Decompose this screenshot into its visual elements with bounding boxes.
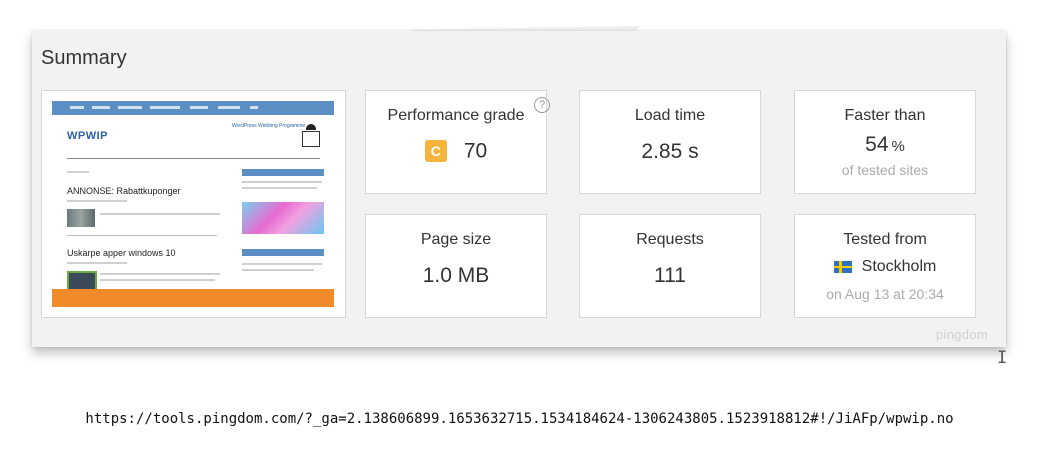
preview-sidebar-text	[242, 181, 322, 183]
requests-card: Requests 111	[579, 214, 761, 318]
preview-cookie-bar	[52, 289, 334, 307]
preview-post-meta	[67, 262, 127, 264]
preview-site-logo: WPWIP	[67, 130, 108, 142]
preview-sidebar-text	[242, 269, 314, 271]
robot-logo-icon	[302, 124, 320, 147]
website-preview: WPWIP WordPress Webbing Programme ANNONS…	[52, 101, 334, 307]
preview-divider	[67, 235, 217, 236]
page-size-label: Page size	[420, 231, 492, 248]
summary-panel: Summary WPWIP WordPress Webbing Programm…	[32, 31, 1006, 347]
pingdom-watermark: pingdom	[936, 327, 988, 342]
performance-grade-value: C 70	[366, 139, 546, 163]
preview-sidebar-banner	[242, 202, 324, 234]
preview-site-tagline: WordPress Webbing Programme	[232, 123, 306, 129]
performance-score: 70	[463, 139, 488, 163]
preview-post-excerpt	[100, 279, 215, 281]
requests-value: 111	[654, 264, 686, 287]
preview-divider	[67, 158, 320, 159]
tested-from-location-row: Stockholm	[795, 258, 975, 276]
tested-from-label: Tested from	[843, 231, 927, 248]
website-screenshot: WPWIP WordPress Webbing Programme ANNONS…	[41, 90, 346, 318]
preview-sidebar-text	[242, 263, 322, 265]
percent-unit: %	[891, 138, 905, 155]
preview-post-thumbnail	[67, 209, 95, 227]
page-size-value: 1.0 MB	[422, 264, 490, 287]
performance-grade-label: Performance grade	[387, 107, 525, 124]
tested-from-date: on Aug 13 at 20:34	[826, 286, 944, 302]
grade-badge: C	[424, 140, 447, 163]
faster-than-label: Faster than	[844, 107, 926, 124]
preview-sidebar-heading	[242, 249, 324, 256]
faster-than-number: 54	[865, 133, 889, 156]
preview-sidebar-text	[242, 187, 317, 189]
page-url: https://tools.pingdom.com/?_ga=2.1386068…	[85, 411, 954, 427]
preview-nav-bar	[52, 101, 334, 115]
preview-post-excerpt	[100, 273, 220, 275]
page-size-card: Page size 1.0 MB	[365, 214, 547, 318]
requests-label: Requests	[636, 231, 704, 248]
tested-from-location: Stockholm	[861, 258, 937, 275]
preview-post-title: ANNONSE: Rabattkuponger	[67, 186, 181, 196]
text-cursor-icon: I	[997, 348, 1008, 368]
faster-than-card: Faster than 54% of tested sites	[794, 90, 976, 194]
load-time-value: 2.85 s	[641, 140, 699, 163]
panel-title: Summary	[41, 47, 127, 69]
load-time-card: Load time 2.85 s	[579, 90, 761, 194]
preview-post-meta	[67, 200, 127, 202]
preview-meta-line	[67, 171, 89, 173]
preview-sidebar-heading	[242, 169, 324, 176]
faster-than-subtext: of tested sites	[841, 162, 929, 178]
preview-post-title: Uskarpe apper windows 10	[67, 248, 176, 258]
sweden-flag-icon	[833, 261, 852, 273]
faster-than-value: 54%	[795, 133, 975, 157]
preview-post-excerpt	[100, 213, 220, 215]
help-icon[interactable]: ?	[534, 97, 550, 113]
load-time-label: Load time	[634, 107, 706, 124]
performance-grade-card: Performance grade ? C 70	[365, 90, 550, 194]
tested-from-card: Tested from Stockholm on Aug 13 at 20:34	[794, 214, 976, 318]
